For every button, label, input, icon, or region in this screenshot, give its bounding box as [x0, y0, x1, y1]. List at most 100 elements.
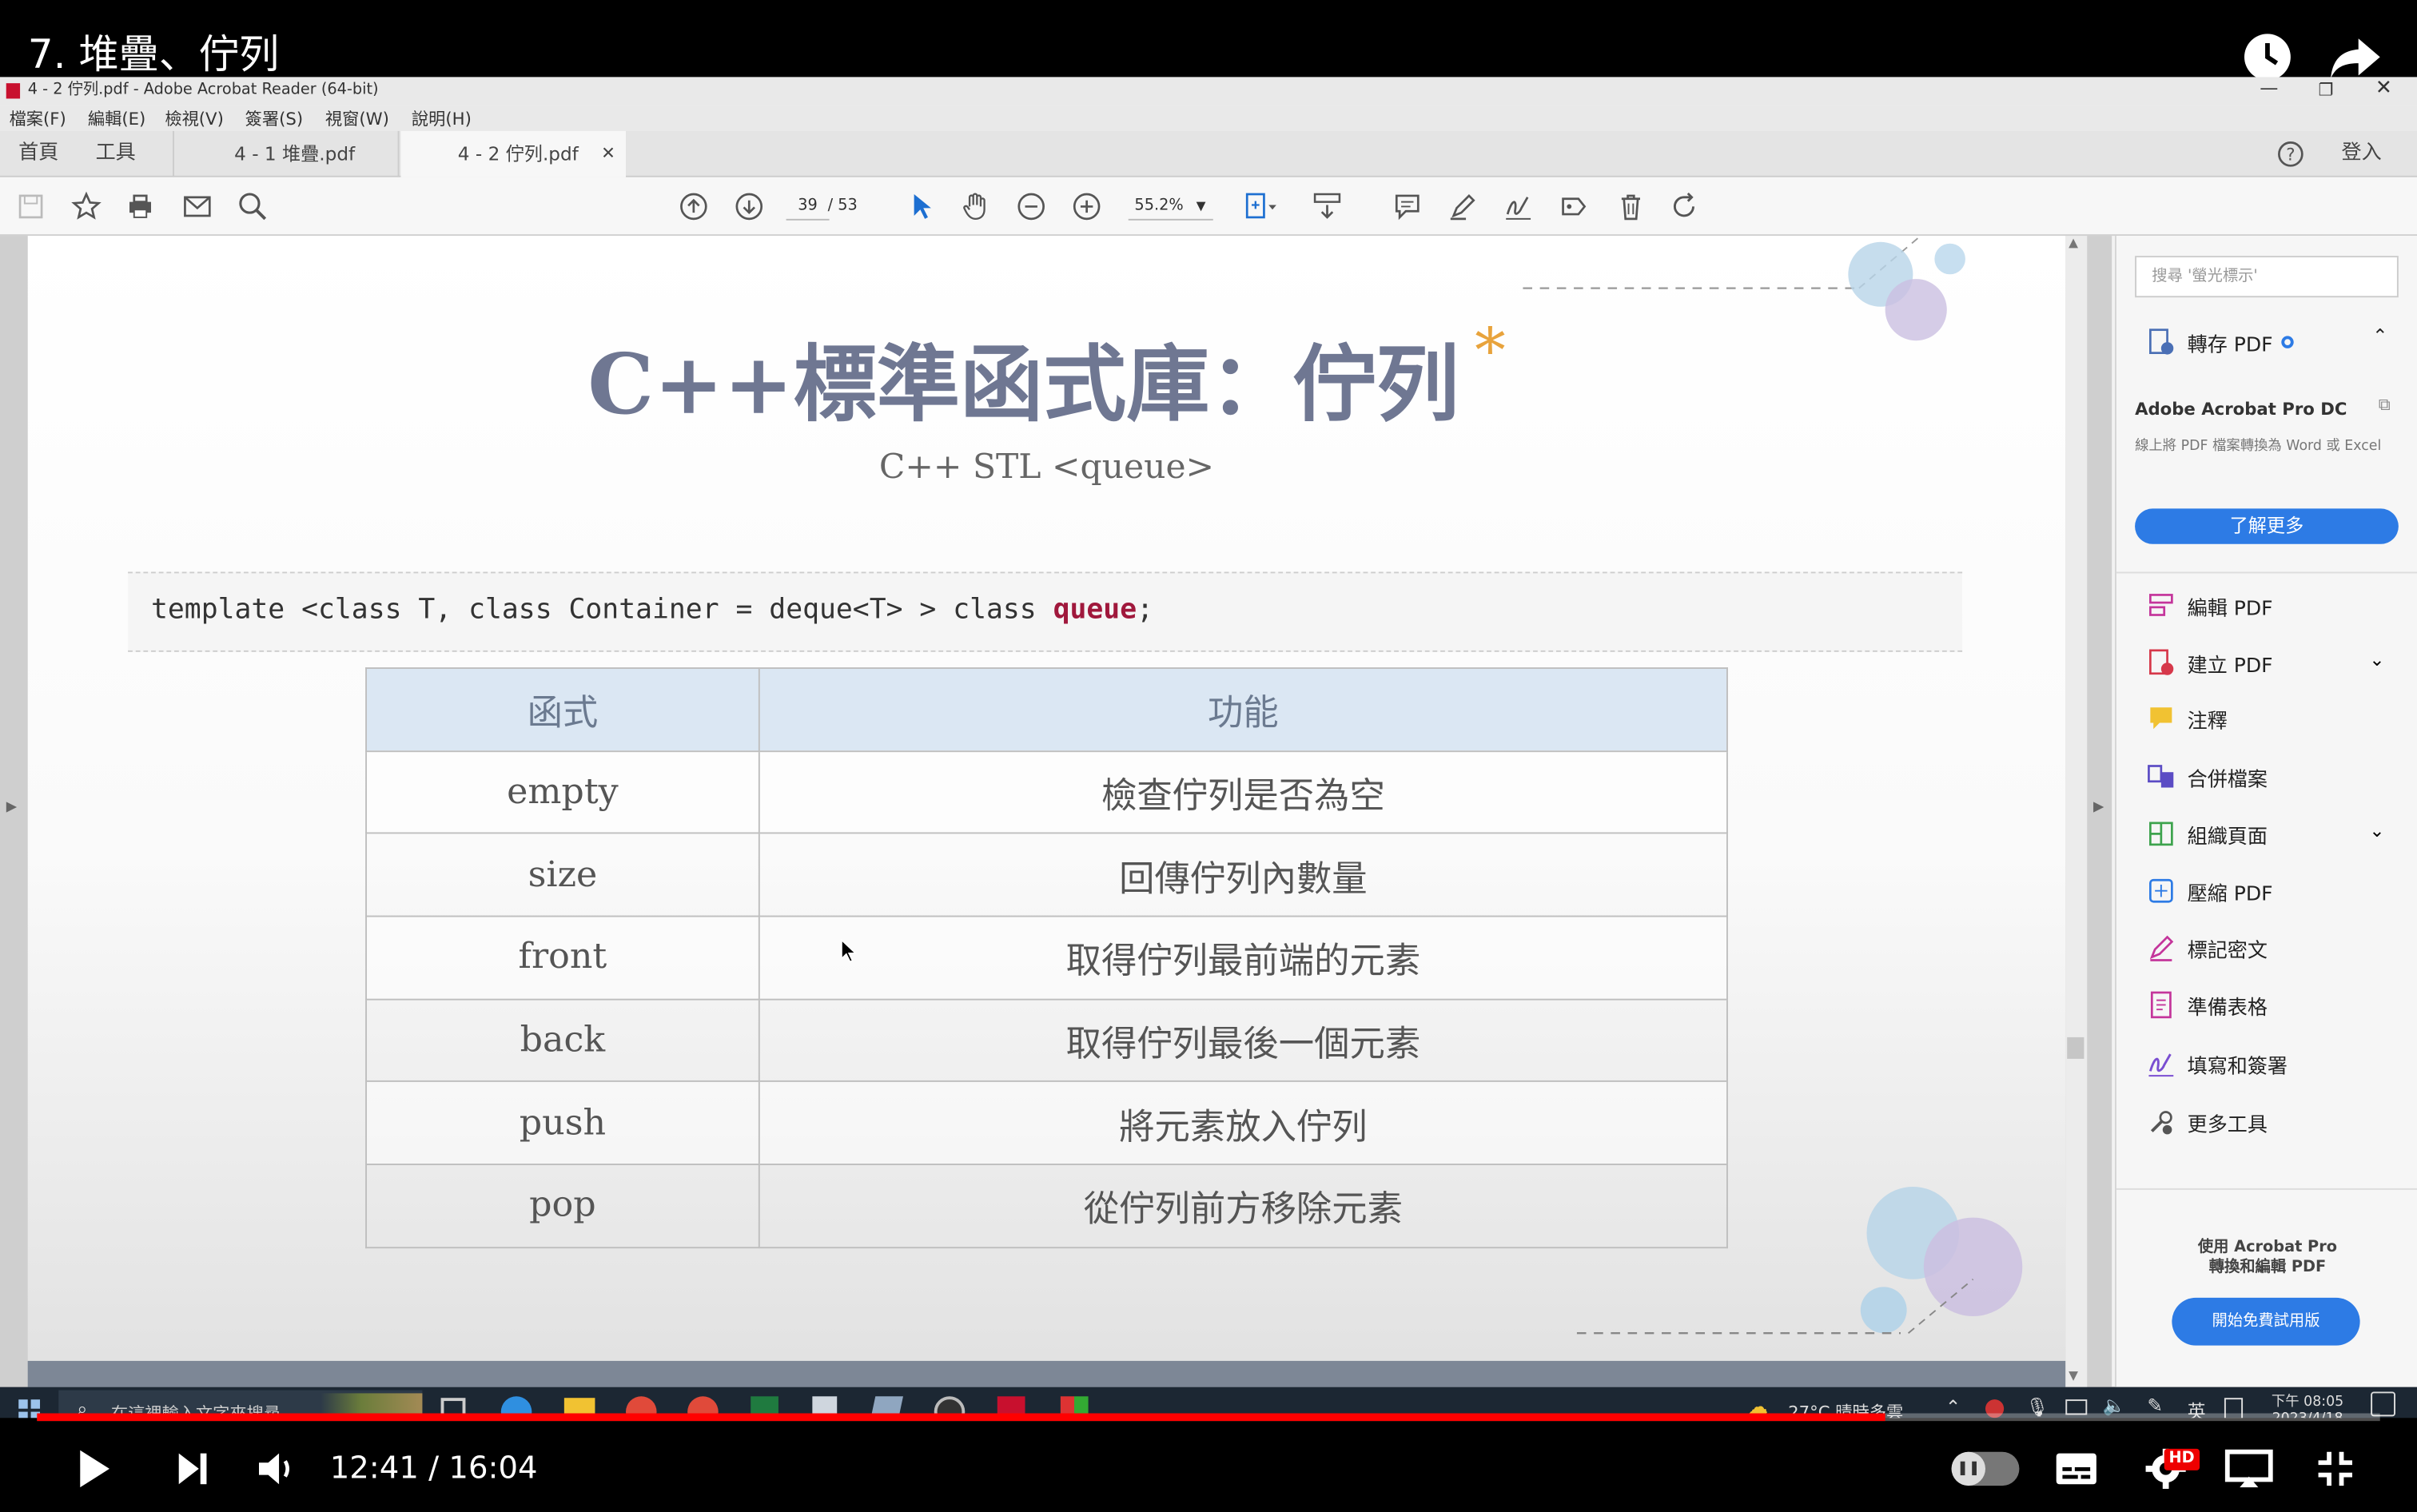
chevron-down-icon[interactable]: ⌄ — [2369, 649, 2384, 670]
page-total: / 53 — [827, 197, 858, 215]
menu-sign[interactable]: 簽署(S) — [245, 106, 303, 131]
tool-prepare-form[interactable]: 準備表格 — [2147, 988, 2268, 1021]
tab-close-icon[interactable]: ✕ — [601, 131, 615, 177]
edit-pdf-icon — [2149, 594, 2173, 616]
scroll-mode-icon[interactable] — [1310, 191, 1344, 222]
table-header-feature: 功能 — [758, 667, 1728, 752]
copy-icon[interactable]: ⧉ — [2379, 395, 2391, 416]
function-table: 函式 功能 empty 檢查佇列是否為空 size 回傳佇列內數量 front … — [365, 667, 1728, 1248]
rotate-icon[interactable] — [1670, 191, 1701, 222]
code-block: template <class T, class Container = deq… — [128, 571, 1963, 652]
tool-organize-pages[interactable]: 組織頁面 — [2147, 817, 2268, 850]
page-number-input[interactable]: 39 — [786, 193, 830, 221]
export-pdf-icon — [2149, 328, 2174, 355]
cast-icon[interactable] — [2220, 1446, 2278, 1492]
right-pane-toggle-icon[interactable]: ▶ — [2093, 800, 2104, 815]
function-name: push — [365, 1080, 760, 1166]
highlight-pen-icon[interactable] — [1447, 191, 1479, 222]
zoom-out-icon[interactable] — [1016, 191, 1047, 222]
exit-fullscreen-icon[interactable] — [2309, 1446, 2362, 1492]
fit-page-icon[interactable] — [1240, 191, 1280, 222]
tool-create-pdf[interactable]: 建立 PDF — [2147, 646, 2273, 679]
menu-view[interactable]: 檢視(V) — [165, 106, 223, 131]
minimize-icon[interactable]: — — [2260, 74, 2278, 102]
code-keyword: queue — [1053, 593, 1137, 626]
collapse-icon[interactable]: ⌃ — [2372, 325, 2387, 347]
email-icon[interactable] — [182, 191, 213, 222]
select-cursor-icon[interactable] — [906, 191, 938, 222]
signin-link[interactable]: 登入 — [2341, 131, 2381, 177]
search-icon[interactable] — [237, 191, 269, 222]
menu-file[interactable]: 檔案(F) — [10, 106, 66, 131]
tool-fill-sign[interactable]: 填寫和簽署 — [2147, 1046, 2288, 1080]
tool-redact[interactable]: 標記密文 — [2147, 931, 2268, 965]
menu-edit[interactable]: 編輯(E) — [88, 106, 145, 131]
delete-icon[interactable] — [1615, 191, 1647, 222]
tool-edit-pdf[interactable]: 編輯 PDF — [2147, 589, 2273, 623]
document-area[interactable]: ▶ C++標準函式庫：佇列 * C++ STL <queue> template… — [0, 236, 2112, 1387]
more-tools-icon — [2150, 1111, 2172, 1135]
bookmark-star-icon[interactable] — [71, 191, 102, 222]
play-icon[interactable] — [68, 1446, 121, 1492]
vertical-scrollbar[interactable]: ▲ ▼ — [2065, 236, 2088, 1387]
zoom-level-value: 55.2% — [1134, 197, 1184, 215]
tool-comment[interactable]: 注釋 — [2147, 701, 2228, 734]
next-video-icon[interactable] — [166, 1446, 219, 1492]
help-icon[interactable]: ? — [2276, 139, 2307, 170]
autoplay-toggle[interactable]: ❚❚ — [1951, 1451, 2020, 1486]
close-icon[interactable]: ✕ — [2375, 75, 2392, 103]
function-description: 取得佇列最前端的元素 — [758, 915, 1728, 1001]
subtitles-icon[interactable] — [2053, 1449, 2100, 1489]
comment-icon[interactable] — [1392, 191, 1423, 222]
progress-bar[interactable] — [37, 1413, 2380, 1422]
pdf-page[interactable]: C++標準函式庫：佇列 * C++ STL <queue> template <c… — [27, 236, 2066, 1361]
time-current: 12:41 — [329, 1448, 419, 1486]
tab-home[interactable]: 首頁 — [18, 131, 58, 177]
export-pdf-item[interactable]: 轉存 PDF — [2147, 325, 2295, 359]
tab-doc-stack[interactable]: 4 - 1 堆疊.pdf — [172, 130, 400, 177]
learn-more-button[interactable]: 了解更多 — [2135, 508, 2399, 544]
zoom-in-icon[interactable] — [1071, 191, 1102, 222]
slide-title: C++標準函式庫：佇列 * — [28, 316, 2066, 437]
tool-more-tools[interactable]: 更多工具 — [2147, 1105, 2268, 1139]
function-description: 檢查佇列是否為空 — [758, 750, 1728, 835]
sign-icon[interactable] — [1503, 191, 1534, 222]
export-pdf-label: 轉存 PDF — [2187, 333, 2273, 357]
code-semicolon: ; — [1137, 593, 1154, 626]
tab-tools[interactable]: 工具 — [96, 131, 136, 177]
pause-icon: ❚❚ — [1951, 1451, 1985, 1486]
restore-icon[interactable]: ❐ — [2319, 77, 2334, 105]
video-player[interactable]: 7. 堆疊、佇列 4 - 2 佇列.pdf - Adobe Acrobat Re… — [0, 0, 2417, 1512]
free-trial-button[interactable]: 開始免費試用版 — [2172, 1297, 2360, 1346]
tool-label: 注釋 — [2187, 710, 2228, 734]
player-controls: 12:41 / 16:04 ❚❚ HD — [0, 1418, 2417, 1512]
chevron-down-icon[interactable]: ⌄ — [2369, 820, 2384, 842]
tool-combine-files[interactable]: 合併檔案 — [2147, 760, 2268, 794]
clock-time[interactable]: 下午 08:05 — [2261, 1391, 2354, 1410]
combine-files-icon — [2148, 765, 2174, 788]
video-title[interactable]: 7. 堆疊、佇列 — [28, 26, 280, 85]
hand-tool-icon[interactable] — [959, 191, 993, 222]
tool-label: 標記密文 — [2187, 939, 2268, 963]
tab-doc-queue[interactable]: 4 - 2 佇列.pdf ✕ — [400, 130, 626, 177]
menu-window[interactable]: 視窗(W) — [325, 106, 389, 131]
menu-help[interactable]: 說明(H) — [412, 106, 472, 131]
page-down-icon[interactable] — [734, 191, 765, 222]
compress-pdf-icon — [2149, 878, 2173, 903]
progress-played — [37, 1413, 1886, 1422]
tag-edit-icon[interactable] — [1559, 191, 1590, 222]
save-icon[interactable] — [15, 191, 46, 222]
scrollbar-thumb[interactable] — [2067, 1037, 2085, 1059]
zoom-level-select[interactable]: 55.2% ▼ — [1128, 193, 1213, 221]
print-icon[interactable] — [125, 191, 156, 222]
divider — [2116, 1188, 2417, 1190]
scroll-up-icon[interactable]: ▲ — [2069, 236, 2078, 249]
scroll-down-icon[interactable]: ▼ — [2069, 1369, 2078, 1383]
volume-icon[interactable] — [249, 1446, 305, 1492]
function-description: 回傳佇列內數量 — [758, 833, 1728, 917]
page-up-icon[interactable] — [679, 191, 710, 222]
left-pane-toggle-icon[interactable]: ▶ — [6, 800, 17, 815]
code-template: template <class T, class Container = deq… — [150, 593, 1053, 626]
tool-search-input[interactable]: 搜尋 '螢光標示' — [2135, 256, 2399, 298]
tool-compress-pdf[interactable]: 壓縮 PDF — [2147, 873, 2273, 907]
